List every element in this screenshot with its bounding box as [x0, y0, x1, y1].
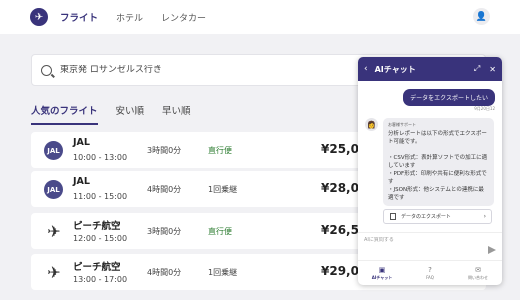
chat-nav-ai-chat[interactable]: ▣ AIチャット [358, 261, 406, 285]
chat-message-input[interactable] [364, 237, 474, 243]
tab-cheapest[interactable]: 安い順 [116, 103, 145, 125]
flight-duration: 3時間0分 [147, 227, 182, 236]
message-timestamp: 9月20日12 [474, 106, 495, 111]
flight-stops: 直行便 [208, 227, 232, 236]
chat-nav-label: 問い合わせ [468, 274, 488, 280]
flight-time: 13:00 - 17:00 [73, 275, 128, 284]
chat-nav-label: FAQ [426, 275, 434, 280]
flight-duration: 4時間0分 [147, 268, 182, 277]
user-account-icon[interactable]: 👤 [473, 8, 490, 25]
flight-time: 12:00 - 15:00 [73, 234, 128, 243]
plane-icon: ✈ [47, 262, 61, 282]
question-icon: ? [428, 266, 432, 274]
chat-nav-label: AIチャット [371, 274, 393, 280]
bot-name: お客様サポート [388, 122, 416, 127]
flight-stops: 1回乗継 [208, 185, 238, 194]
sort-tabs: 人気のフライト 安い順 早い順 [31, 103, 209, 125]
airline-name: JAL [73, 176, 90, 187]
airline-logo-jal: JAL [44, 180, 63, 199]
chat-nav-contact[interactable]: ✉ 問い合わせ [454, 261, 502, 285]
tab-earliest[interactable]: 早い順 [162, 103, 191, 125]
nav-hotels[interactable]: ホテル [116, 11, 143, 24]
bot-message-text: 分析レポートは以下の形式でエクスポート可能です。 ・CSV形式：表計算ソフトでの… [388, 131, 488, 201]
export-label: データのエクスポート [401, 214, 451, 220]
chat-header: ‹ AIチャット ⤢ ✕ [358, 57, 502, 81]
data-export-button[interactable]: データのエクスポート › [383, 209, 492, 224]
ai-chat-panel: ‹ AIチャット ⤢ ✕ データをエクスポートしたい 9月20日12 👩 お客様… [358, 57, 502, 285]
expand-icon[interactable]: ⤢ [474, 64, 480, 74]
mail-icon: ✉ [475, 265, 481, 274]
flight-stops: 1回乗継 [208, 268, 238, 277]
send-icon[interactable] [488, 246, 496, 254]
chat-input-area [358, 232, 502, 260]
search-icon [41, 64, 52, 76]
search-input[interactable] [60, 65, 360, 75]
chat-bottom-nav: ▣ AIチャット ? FAQ ✉ 問い合わせ [358, 260, 502, 285]
app-logo-plane-icon[interactable]: ✈ [30, 8, 48, 26]
airline-name: JAL [73, 137, 90, 148]
chat-title: AIチャット [374, 64, 416, 74]
chat-nav-faq[interactable]: ? FAQ [406, 261, 454, 285]
tab-popular-flights[interactable]: 人気のフライト [31, 103, 98, 125]
nav-rental-cars[interactable]: レンタカー [161, 11, 206, 24]
support-agent-avatar: 👩 [365, 118, 378, 131]
flight-duration: 3時間0分 [147, 146, 182, 155]
close-icon[interactable]: ✕ [489, 65, 496, 74]
document-icon [390, 213, 396, 220]
plane-icon: ✈ [47, 221, 61, 241]
airline-logo-jal: JAL [44, 141, 63, 160]
flight-time: 10:00 - 13:00 [73, 153, 128, 162]
nav-flights[interactable]: フライト [60, 10, 98, 24]
flight-time: 11:00 - 15:00 [73, 192, 128, 201]
flight-duration: 4時間0分 [147, 185, 182, 194]
user-message-bubble: データをエクスポートしたい [403, 89, 495, 106]
chat-icon: ▣ [378, 265, 386, 274]
back-icon[interactable]: ‹ [364, 64, 368, 74]
airline-name: ピーチ航空 [73, 262, 121, 273]
chevron-right-icon: › [483, 213, 486, 220]
flight-stops: 直行便 [208, 146, 232, 155]
bot-message-bubble: お客様サポート 分析レポートは以下の形式でエクスポート可能です。 ・CSV形式：… [383, 118, 494, 206]
airline-name: ピーチ航空 [73, 221, 121, 232]
top-navigation-bar: ✈ フライト ホテル レンタカー 👤 [0, 0, 520, 34]
